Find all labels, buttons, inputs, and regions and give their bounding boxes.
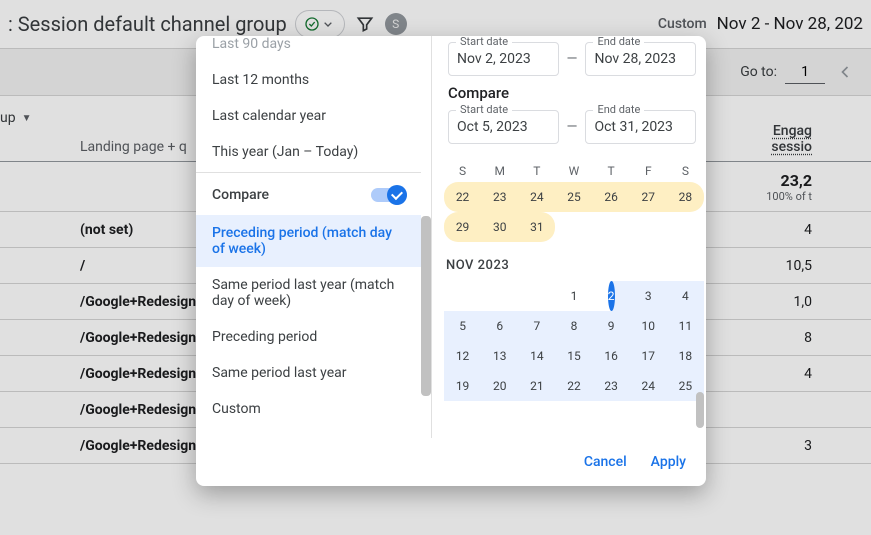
calendar-day[interactable]: 23 [593, 371, 630, 401]
calendar-day[interactable]: 28 [667, 182, 704, 212]
calendar-day [667, 212, 704, 242]
filter-icon[interactable] [351, 10, 379, 38]
calendar-day[interactable]: 5 [444, 311, 481, 341]
status-chip[interactable] [295, 10, 345, 38]
calendar-day [444, 281, 481, 311]
caret-down-icon [320, 16, 336, 32]
calendar-day[interactable]: 24 [518, 182, 555, 212]
compare-end-date[interactable]: End date Oct 31, 2023 [585, 110, 696, 144]
prev-page-icon[interactable] [831, 58, 859, 86]
calendar-day [518, 281, 555, 311]
calendar-day[interactable]: 8 [555, 311, 592, 341]
preset-list: Last 90 days Last 12 months Last calenda… [196, 36, 432, 438]
calendar-day[interactable]: 20 [481, 371, 518, 401]
calendar-day[interactable]: 6 [481, 311, 518, 341]
calendar-day[interactable]: 30 [481, 212, 518, 242]
cancel-button[interactable]: Cancel [584, 454, 627, 470]
month-label: NOV 2023 [446, 258, 704, 273]
preset-last-12-months[interactable]: Last 12 months [196, 62, 421, 98]
compare-custom[interactable]: Custom [196, 391, 421, 427]
calendar-day[interactable]: 10 [630, 311, 667, 341]
primary-end-date[interactable]: End date Nov 28, 2023 [585, 42, 696, 76]
pagination-goto: Go to: [740, 60, 825, 84]
compare-heading: Compare [448, 84, 696, 102]
calendar-day[interactable]: 18 [667, 341, 704, 371]
calendar-day [593, 212, 630, 242]
calendar-day[interactable]: 19 [444, 371, 481, 401]
calendar-day[interactable]: 26 [593, 182, 630, 212]
compare-preceding-match-dow[interactable]: Preceding period (match day of week) [196, 215, 421, 267]
preset-last-calendar-year[interactable]: Last calendar year [196, 98, 421, 134]
dialog-actions: Cancel Apply [196, 438, 706, 486]
check-icon [387, 185, 407, 205]
calendar-day[interactable]: 9 [593, 311, 630, 341]
calendar-day [555, 212, 592, 242]
calendar-day[interactable]: 12 [444, 341, 481, 371]
primary-start-date[interactable]: Start date Nov 2, 2023 [448, 42, 559, 76]
compare-toggle-row: Compare [196, 175, 421, 215]
calendar-day[interactable]: 24 [630, 371, 667, 401]
scrollbar-thumb[interactable] [696, 392, 704, 428]
calendar-day[interactable]: 15 [555, 341, 592, 371]
calendar-day [630, 212, 667, 242]
day-of-week-header: SMTWTFS [444, 164, 704, 178]
calendar-day[interactable]: 14 [518, 341, 555, 371]
calendar-day[interactable]: 29 [444, 212, 481, 242]
compare-preceding-period[interactable]: Preceding period [196, 319, 421, 355]
scrollbar-thumb[interactable] [421, 216, 431, 396]
avatar[interactable]: S [385, 13, 407, 35]
calendar-day[interactable]: 27 [630, 182, 667, 212]
preset-this-year[interactable]: This year (Jan – Today) [196, 134, 421, 170]
calendar-day[interactable]: 1 [555, 281, 592, 311]
compare-start-date[interactable]: Start date Oct 5, 2023 [448, 110, 559, 144]
calendar-day[interactable]: 4 [667, 281, 704, 311]
calendar-day[interactable]: 22 [555, 371, 592, 401]
calendar-day[interactable]: 25 [555, 182, 592, 212]
calendar-day[interactable]: 3 [630, 281, 667, 311]
compare-same-period-last-year[interactable]: Same period last year [196, 355, 421, 391]
calendar-day[interactable]: 11 [667, 311, 704, 341]
calendar-day[interactable]: 22 [444, 182, 481, 212]
calendar-day[interactable]: 23 [481, 182, 518, 212]
preset-last-90-days[interactable]: Last 90 days [196, 36, 421, 62]
compare-switch[interactable] [371, 185, 407, 205]
calendar-day[interactable]: 13 [481, 341, 518, 371]
calendar-pane: Start date Nov 2, 2023 — End date Nov 28… [432, 36, 706, 438]
engaged-sessions-header[interactable]: Engag sessio [710, 123, 830, 155]
date-range-dialog: Last 90 days Last 12 months Last calenda… [196, 36, 706, 486]
calendar-day[interactable]: 2 [608, 281, 615, 311]
calendar-day [481, 281, 518, 311]
compare-same-period-last-year-match-dow[interactable]: Same period last year (match day of week… [196, 267, 421, 319]
calendar-day[interactable]: 21 [518, 371, 555, 401]
page-title: : Session default channel group [8, 12, 287, 36]
apply-button[interactable]: Apply [651, 454, 686, 470]
calendar-day[interactable]: 31 [518, 212, 555, 242]
calendar-day[interactable]: 7 [518, 311, 555, 341]
calendar-day[interactable]: 16 [593, 341, 630, 371]
date-range-display[interactable]: Custom Nov 2 - Nov 28, 202 [658, 14, 863, 34]
calendar-day[interactable]: 17 [630, 341, 667, 371]
check-circle-icon [304, 16, 320, 32]
goto-input[interactable] [785, 60, 825, 84]
